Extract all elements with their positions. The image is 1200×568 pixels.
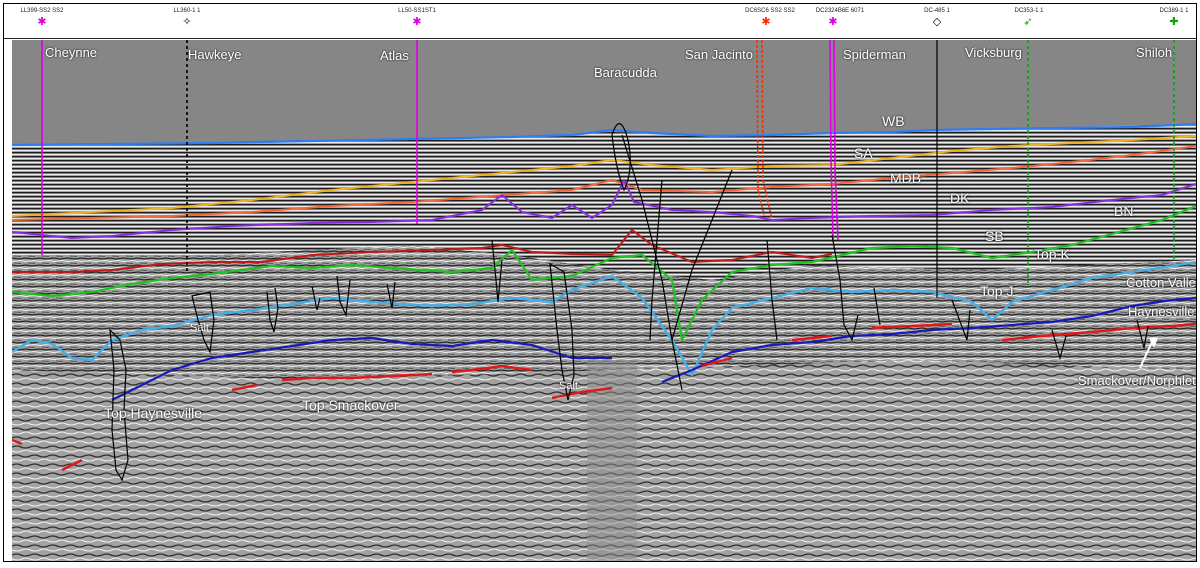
well-symbol-dc353-icon: ➶ bbox=[1023, 15, 1033, 28]
well-tag-cheynne: LL399-SS2 SS2 bbox=[20, 8, 64, 14]
well-tag-san-jacinto: DC6SC6 SS2 SS2 bbox=[745, 8, 795, 14]
label-sb: SB bbox=[985, 228, 1004, 244]
well-tag-dc353: DC353-1 1 bbox=[1014, 8, 1044, 14]
well-symbol-atlas-icon: ✱ bbox=[412, 15, 422, 28]
label-cheynne: Cheynne bbox=[45, 45, 98, 60]
label-bn: BN bbox=[1114, 203, 1134, 219]
well-symbol-hawkeye-icon: ✧ bbox=[182, 15, 192, 28]
well-symbol-san-jacinto-icon: ✱ bbox=[761, 15, 771, 28]
label-smackover-norphlet: Smackover/Norphlet bbox=[1078, 373, 1196, 388]
label-dk: DK bbox=[950, 190, 970, 206]
label-san-jacinto: San Jacinto bbox=[685, 47, 753, 62]
seismic-section: Cheynne Hawkeye Atlas Baracudda San Jaci… bbox=[12, 40, 1196, 561]
label-spiderman: Spiderman bbox=[843, 47, 906, 62]
well-symbol-cheynne-icon: ✱ bbox=[37, 15, 47, 28]
seismic-image bbox=[12, 40, 1196, 561]
label-sa: SA bbox=[854, 145, 873, 161]
well-tag-vicksburg: DC-485 1 bbox=[924, 8, 950, 14]
label-baracudda: Baracudda bbox=[594, 65, 657, 80]
well-tag-shiloh: DC389-1 1 bbox=[1159, 8, 1189, 14]
seismic-figure: LL399-SS2 SS2 ✱ LL360-1 1 ✧ LL50-SS1ST1 … bbox=[3, 3, 1197, 562]
label-salt-2: Salt bbox=[559, 380, 578, 392]
label-salt-1: Salt bbox=[190, 322, 209, 334]
label-top-haynesville: Top Haynesville bbox=[104, 405, 203, 421]
label-atlas: Atlas bbox=[380, 48, 409, 63]
well-tag-atlas: LL50-SS1ST1 bbox=[398, 8, 436, 14]
label-shiloh: Shiloh bbox=[1136, 45, 1173, 60]
well-symbol-vicksburg-icon: ◇ bbox=[932, 15, 942, 28]
well-header-bar: LL399-SS2 SS2 ✱ LL360-1 1 ✧ LL50-SS1ST1 … bbox=[4, 4, 1196, 39]
label-top-k: Top K bbox=[1034, 246, 1070, 262]
label-mdb: MDB bbox=[890, 170, 922, 186]
well-symbol-spiderman-icon: ✱ bbox=[828, 15, 838, 28]
well-tag-hawkeye: LL360-1 1 bbox=[173, 8, 201, 14]
label-cotton-valley: Cotton Valley bbox=[1126, 275, 1196, 290]
well-symbol-shiloh-icon: ✚ bbox=[1169, 15, 1179, 28]
label-wb: WB bbox=[882, 113, 905, 129]
label-top-smackover: Top Smackover bbox=[302, 397, 399, 413]
label-vicksburg: Vicksburg bbox=[965, 45, 1022, 60]
label-hawkeye: Hawkeye bbox=[188, 47, 242, 62]
label-haynesville: Haynesville bbox=[1128, 304, 1195, 319]
label-top-j: Top J bbox=[980, 283, 1014, 299]
well-tag-spiderman: DC2324B6E 6071 bbox=[815, 8, 865, 14]
